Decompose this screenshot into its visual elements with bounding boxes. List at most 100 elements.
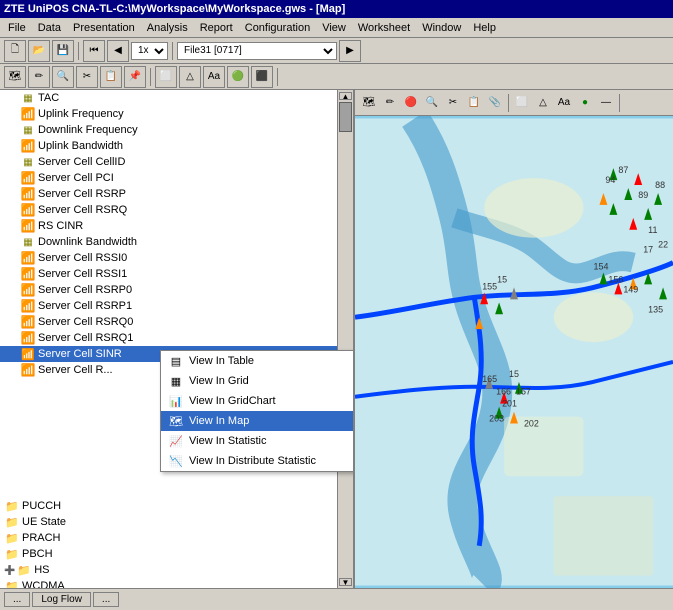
tree-item-rsrp1[interactable]: 📶 Server Cell RSRP1 — [0, 298, 353, 314]
tree-label: Server Cell RSRP0 — [38, 284, 132, 296]
map-btn-3[interactable]: 🔴 — [401, 93, 421, 113]
tree-label: Uplink Bandwidth — [38, 140, 123, 152]
menu-analysis[interactable]: Analysis — [141, 20, 194, 36]
map-tool-7[interactable]: ⬜ — [155, 66, 177, 88]
svg-text:166: 166 — [496, 387, 511, 397]
cm-view-distribute[interactable]: 📉 View In Distribute Statistic — [161, 451, 353, 471]
map-btn-8[interactable]: ⬜ — [512, 93, 532, 113]
tree-item-rsrp0[interactable]: 📶 Server Cell RSRP0 — [0, 282, 353, 298]
map-tool-2[interactable]: ✏ — [28, 66, 50, 88]
map-btn-9[interactable]: △ — [533, 93, 553, 113]
file-combo[interactable]: File31 [0717] — [177, 42, 337, 60]
toolbar-2: 🗺 ✏ 🔍 ✂ 📋 📌 ⬜ △ Aa 🟢 ⬛ — [0, 64, 673, 90]
save-btn[interactable]: 💾 — [52, 40, 74, 62]
svg-text:88: 88 — [655, 180, 665, 190]
map-tool-1[interactable]: 🗺 — [4, 66, 26, 88]
map-btn-4[interactable]: 🔍 — [422, 93, 442, 113]
tree-label: Server Cell RSRP — [38, 188, 126, 200]
menu-report[interactable]: Report — [194, 20, 239, 36]
folder-icon: 📁 — [4, 498, 20, 514]
open-btn[interactable]: 📂 — [28, 40, 50, 62]
scrollbar-track[interactable]: ▲ ▼ — [337, 90, 353, 588]
menu-presentation[interactable]: Presentation — [67, 20, 141, 36]
menu-view[interactable]: View — [316, 20, 352, 36]
cm-view-grid[interactable]: ▦ View In Grid — [161, 371, 353, 391]
back-btn[interactable]: ⏮ — [83, 40, 105, 62]
menu-configuration[interactable]: Configuration — [239, 20, 316, 36]
folder-icon: 📁 — [4, 578, 20, 588]
cm-label: View In Statistic — [189, 435, 266, 447]
tree-item-pbch[interactable]: 📁 PBCH — [0, 546, 353, 562]
map-tool-10[interactable]: 🟢 — [227, 66, 249, 88]
tree-item-dl-bw[interactable]: ▦ Downlink Bandwidth — [0, 234, 353, 250]
tree-item-pci[interactable]: 📶 Server Cell PCI — [0, 170, 353, 186]
expand-icon: ➕ — [4, 565, 15, 576]
cm-view-map[interactable]: 🗺 View In Map — [161, 411, 353, 431]
svg-text:203: 203 — [489, 414, 504, 424]
map-tool-9[interactable]: Aa — [203, 66, 225, 88]
map-tool-8[interactable]: △ — [179, 66, 201, 88]
map-btn-2[interactable]: ✏ — [380, 93, 400, 113]
map-area[interactable]: 155 15 154 156 165 166 15 201 157 203 20… — [355, 116, 673, 588]
map-btn-11[interactable]: ● — [575, 93, 595, 113]
status-tab-log[interactable]: Log Flow — [32, 592, 91, 607]
svg-text:89: 89 — [638, 190, 648, 200]
tree-item-rsrq0[interactable]: 📶 Server Cell RSRQ0 — [0, 314, 353, 330]
map-btn-10[interactable]: Aa — [554, 93, 574, 113]
map-btn-1[interactable]: 🗺 — [359, 93, 379, 113]
map-btn-12[interactable]: — — [596, 93, 616, 113]
tree-item-rssi0[interactable]: 📶 Server Cell RSSI0 — [0, 250, 353, 266]
map-tool-11[interactable]: ⬛ — [251, 66, 273, 88]
tree-item-hs[interactable]: ➕ 📁 HS — [0, 562, 353, 578]
tree-item-cellid[interactable]: ▦ Server Cell CellID — [0, 154, 353, 170]
map-btn-5[interactable]: ✂ — [443, 93, 463, 113]
menu-data[interactable]: Data — [32, 20, 67, 36]
status-tab-3[interactable]: ... — [93, 592, 119, 607]
tree-item-cinr[interactable]: 📶 RS CINR — [0, 218, 353, 234]
tree-item-wcdma[interactable]: 📁 WCDMA — [0, 578, 353, 588]
sep — [508, 94, 509, 112]
tree-item-rssi1[interactable]: 📶 Server Cell RSSI1 — [0, 266, 353, 282]
scroll-up-btn[interactable]: ▲ — [339, 92, 352, 100]
map-tool-5[interactable]: 📋 — [100, 66, 122, 88]
tree-label: Uplink Frequency — [38, 108, 124, 120]
cm-view-statistic[interactable]: 📈 View In Statistic — [161, 431, 353, 451]
svg-text:15: 15 — [497, 274, 507, 284]
map-tool-4[interactable]: ✂ — [76, 66, 98, 88]
map-tool-6[interactable]: 📌 — [124, 66, 146, 88]
tree-item-uplink-bw[interactable]: 📶 Uplink Bandwidth — [0, 138, 353, 154]
tree-scroll[interactable]: ▦ TAC 📶 Uplink Frequency ▦ Downlink Freq… — [0, 90, 353, 588]
menu-file[interactable]: File — [2, 20, 32, 36]
cm-view-gridchart[interactable]: 📊 View In GridChart — [161, 391, 353, 411]
tree-item-pucch[interactable]: 📁 PUCCH — [0, 498, 353, 514]
scroll-down-btn[interactable]: ▼ — [339, 578, 352, 586]
tree-item-rsrp[interactable]: 📶 Server Cell RSRP — [0, 186, 353, 202]
menu-help[interactable]: Help — [467, 20, 502, 36]
prev-btn[interactable]: ◀ — [107, 40, 129, 62]
signal-icon: 📶 — [20, 346, 36, 362]
menu-worksheet[interactable]: Worksheet — [352, 20, 416, 36]
menu-window[interactable]: Window — [416, 20, 467, 36]
tree-item-prach[interactable]: 📁 PRACH — [0, 530, 353, 546]
menu-bar: File Data Presentation Analysis Report C… — [0, 18, 673, 38]
map-btn-6[interactable]: 📋 — [464, 93, 484, 113]
new-btn[interactable]: 🗋 — [4, 40, 26, 62]
scroll-thumb[interactable] — [339, 102, 352, 132]
status-tab-1[interactable]: ... — [4, 592, 30, 607]
tree-item-downlink-freq[interactable]: ▦ Downlink Frequency — [0, 122, 353, 138]
tree-item-rsrq[interactable]: 📶 Server Cell RSRQ — [0, 202, 353, 218]
tree-item-rsrq1[interactable]: 📶 Server Cell RSRQ1 — [0, 330, 353, 346]
tree-item-tac[interactable]: ▦ TAC — [0, 90, 353, 106]
tree-item-uplink-freq[interactable]: 📶 Uplink Frequency — [0, 106, 353, 122]
svg-text:157: 157 — [516, 387, 531, 397]
zoom-combo[interactable]: 1x — [131, 42, 168, 60]
cm-view-table[interactable]: ▤ View In Table — [161, 351, 353, 371]
file-nav[interactable]: ▶ — [339, 40, 361, 62]
tree-label: PRACH — [22, 532, 61, 544]
signal-icon: 📶 — [20, 186, 36, 202]
table-icon: ▤ — [169, 354, 183, 368]
gridchart-icon: 📊 — [169, 394, 183, 408]
tree-item-ue-state[interactable]: 📁 UE State — [0, 514, 353, 530]
map-btn-7[interactable]: 📎 — [485, 93, 505, 113]
map-tool-3[interactable]: 🔍 — [52, 66, 74, 88]
